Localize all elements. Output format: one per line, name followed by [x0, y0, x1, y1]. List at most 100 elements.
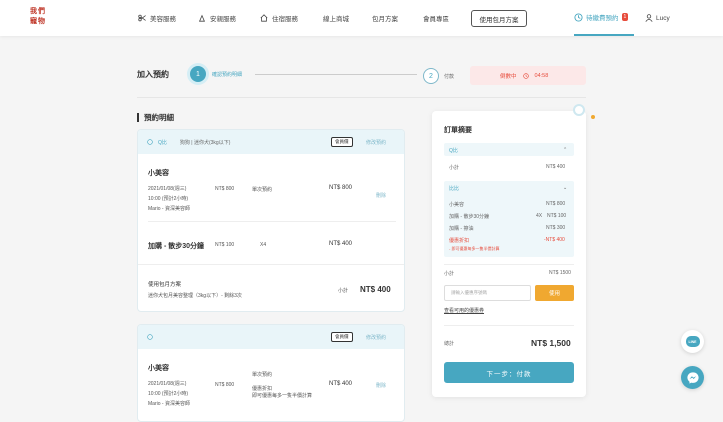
logo-text-2: 寵物	[30, 18, 46, 25]
nav-label: 美容服務	[150, 16, 176, 23]
view-coupons-link[interactable]: 查看可用的優惠券	[444, 307, 484, 314]
addon-name: 加購 - 散步30分鐘	[148, 243, 205, 250]
nav-monthly[interactable]: 包月方案	[372, 0, 398, 36]
line-chat-button[interactable]: LINE	[681, 330, 704, 353]
chevron-up-icon: ⌃	[563, 147, 568, 153]
summary-subtotal-label: 小計	[449, 165, 460, 171]
clock-icon	[574, 12, 583, 22]
service-name: 小美容	[148, 365, 169, 372]
unit-price: NT$ 800	[215, 186, 235, 192]
nav-label: 線上商城	[323, 16, 349, 23]
line-icon: LINE	[685, 336, 700, 347]
loading-ring	[573, 104, 585, 116]
staff-name: Mario - 資深美容師	[148, 401, 190, 407]
addon-unit-price: NT$ 100	[215, 242, 235, 248]
pet-icon	[198, 14, 206, 22]
user-menu[interactable]: Lucy	[645, 0, 670, 36]
addon-price: NT$ 400	[329, 241, 353, 247]
step-1-indicator: 1	[190, 66, 206, 82]
summary-discount-price: -NT$ 400	[544, 237, 565, 243]
line-price: NT$ 400	[329, 381, 353, 387]
nav-label: 包月方案	[372, 16, 398, 23]
divider	[137, 97, 586, 98]
booking-type: 單次預約	[252, 372, 273, 378]
summary-pet-name: 比比	[449, 186, 460, 192]
waiting-label: 待繳費預約	[586, 15, 619, 22]
nav-member[interactable]: 會員專區	[423, 0, 449, 36]
page-title: 加入預約	[137, 70, 169, 79]
step-2-indicator: 2	[423, 68, 439, 84]
logo-text-1: 我們	[30, 8, 46, 15]
apply-coupon-button[interactable]: 使用	[535, 285, 574, 301]
pet-name: Q比	[158, 139, 167, 146]
delete-link[interactable]: 刪除	[376, 192, 386, 199]
booking-time: 10:00 (預計2小時)	[148, 391, 189, 397]
booking-time: 10:00 (預計2小時)	[148, 196, 189, 202]
nav-daycare[interactable]: 安親服務	[198, 0, 236, 36]
next-step-payment-button[interactable]: 下一步：付款	[444, 362, 574, 383]
plan-title: 使用包月方案	[148, 282, 182, 288]
subtotal-label: 小計	[444, 271, 455, 277]
top-navbar: 我們 寵物 美容服務 安親服務 住宿服務 線上商城 包月方案 會員專區 使用包月…	[0, 0, 723, 36]
summary-item-price: NT$ 300	[546, 225, 566, 231]
booking-card-2: 會員價 修改預約 小美容 2021/01/08(週三) 10:00 (預計2小時…	[137, 324, 405, 422]
summary-item: 加購 - 擦油	[449, 226, 474, 232]
coupon-input[interactable]: 請輸入優惠序號碼	[444, 285, 531, 301]
nav-grooming[interactable]: 美容服務	[138, 0, 176, 36]
member-price-tag: 會員價	[331, 137, 353, 147]
countdown-time: 04:58	[534, 72, 549, 79]
divider	[444, 264, 574, 265]
summary-subtotal: NT$ 400	[546, 164, 566, 170]
summary-item-price: NT$ 800	[546, 201, 566, 207]
use-monthly-plan-button[interactable]: 使用包月方案	[471, 10, 527, 27]
chevron-down-icon: ⌄	[563, 185, 568, 191]
total-label: 總計	[444, 341, 455, 347]
summary-title: 訂單摘要	[444, 127, 472, 134]
divider	[148, 221, 396, 222]
subtotal-value: NT$ 400	[360, 285, 391, 294]
clock-icon	[522, 72, 529, 79]
summary-item-price: NT$ 100	[547, 213, 567, 219]
summary-discount: 優惠折扣	[449, 238, 470, 244]
member-price-tag: 會員價	[331, 332, 353, 342]
nav-label: 安親服務	[210, 16, 236, 23]
nav-lodging[interactable]: 住宿服務	[260, 0, 298, 36]
divider	[444, 325, 574, 326]
booking-type: 單次預約	[252, 187, 273, 193]
summary-discount-desc: - 即可優惠每多一隻半價計算	[449, 246, 500, 251]
step-progress-line	[255, 74, 417, 75]
step-2-label: 付款	[444, 74, 455, 80]
nav-label: 會員專區	[423, 16, 449, 23]
paw-icon	[147, 334, 153, 340]
modify-booking-link[interactable]: 修改預約	[366, 139, 386, 146]
delete-link[interactable]: 刪除	[376, 382, 386, 389]
line-price: NT$ 800	[329, 185, 353, 191]
summary-item: 小美容	[449, 202, 465, 208]
modify-booking-link[interactable]: 修改預約	[366, 334, 386, 341]
summary-item: 加購 - 散步30分鐘	[449, 214, 490, 220]
card-header: Q比 狗狗 | 迷你犬(3kg以下) 會員價 修改預約	[138, 130, 404, 154]
summary-item-qty: 4X	[536, 213, 543, 219]
subtotal-label: 小計	[338, 288, 349, 294]
countdown-timer: 倒數中 04:58	[470, 66, 586, 85]
waiting-count-badge: 1	[621, 13, 629, 21]
pet-info: 狗狗 | 迷你犬(3kg以下)	[179, 139, 231, 146]
countdown-label: 倒數中	[500, 73, 517, 80]
nav-shop[interactable]: 線上商城	[323, 0, 349, 36]
subtotal-value: NT$ 1500	[549, 270, 571, 276]
waiting-payment-tab[interactable]: 待繳費預約 1	[574, 0, 634, 36]
staff-name: Mario - 資深美容師	[148, 206, 190, 212]
brand-logo[interactable]: 我們 寵物	[30, 8, 66, 30]
discount-desc: 即可優惠每多一隻半價計算	[252, 393, 313, 399]
status-dot	[591, 115, 595, 119]
summary-pet-name: Q比	[449, 148, 458, 154]
user-icon	[645, 14, 653, 22]
summary-pet-1-header[interactable]	[444, 143, 574, 156]
messenger-button[interactable]	[681, 366, 704, 389]
unit-price: NT$ 800	[215, 382, 235, 388]
discount-label: 優惠折扣	[252, 386, 273, 392]
step-1-label: 確認預約明細	[212, 72, 243, 78]
service-name: 小美容	[148, 170, 169, 177]
section-title: 預約明細	[137, 113, 174, 122]
messenger-icon	[686, 371, 699, 384]
